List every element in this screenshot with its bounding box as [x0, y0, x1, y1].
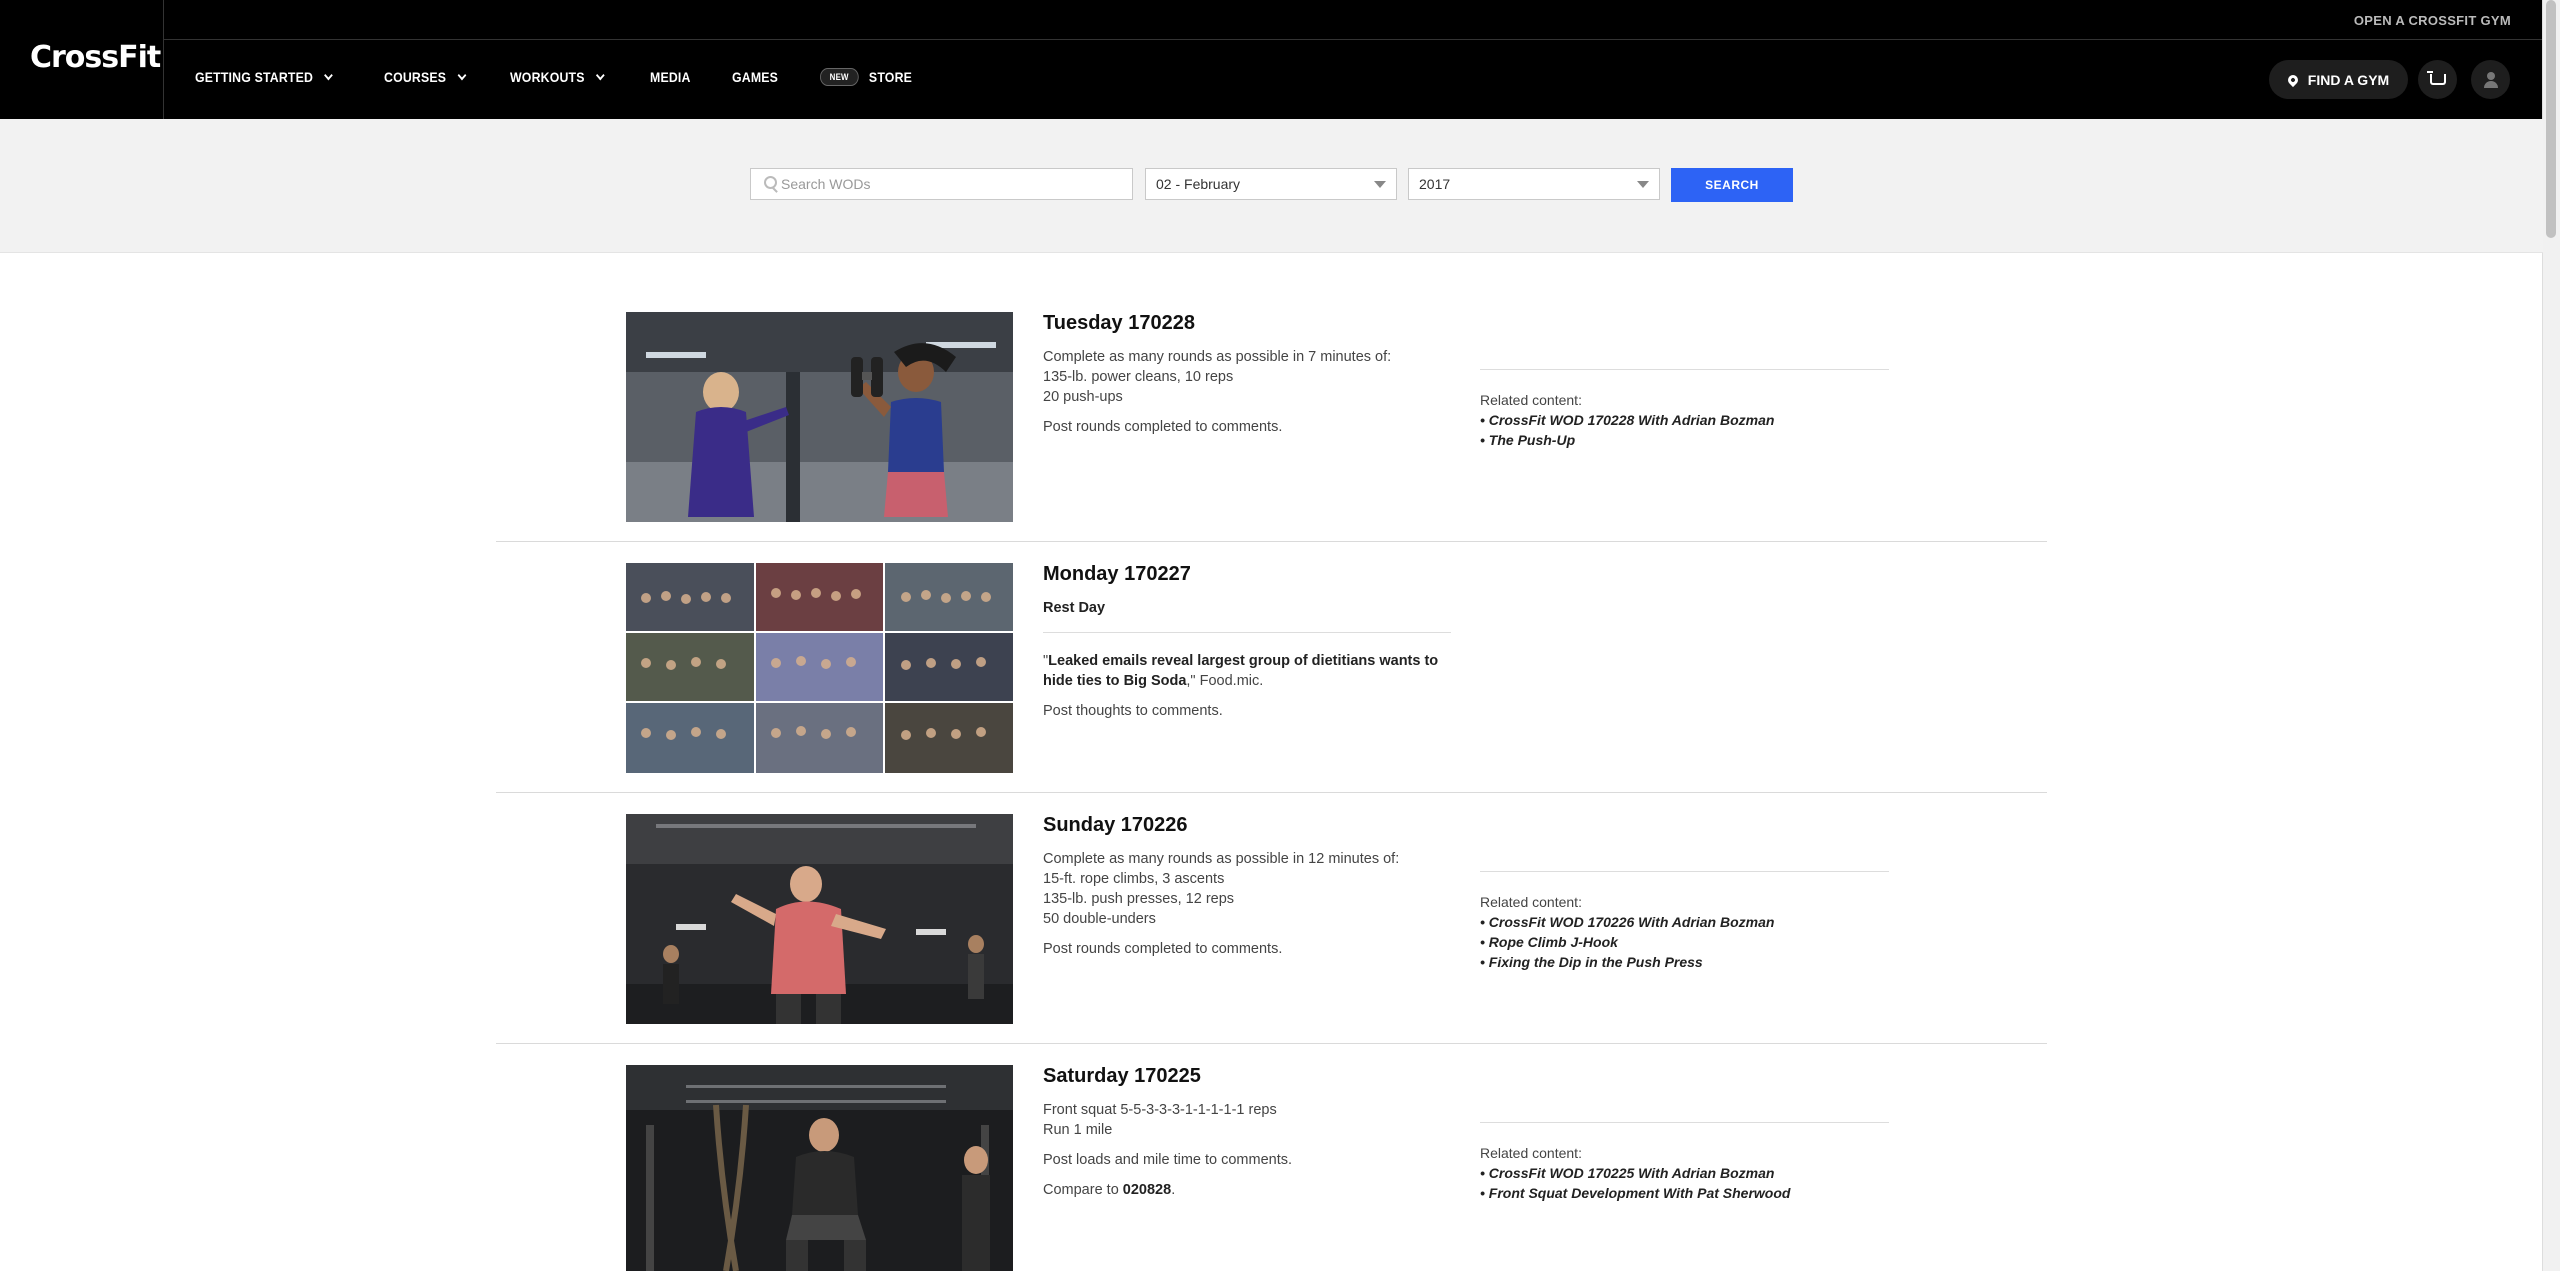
- search-input[interactable]: [750, 168, 1133, 200]
- compare-link[interactable]: 020828: [1123, 1182, 1171, 1198]
- cart-button[interactable]: [2418, 60, 2457, 99]
- nav-store[interactable]: NEW STORE: [820, 68, 912, 86]
- wod-title[interactable]: Saturday 170225: [1043, 1065, 1201, 1088]
- wod-line: 20 push-ups: [1043, 389, 1123, 405]
- wod-line: 135-lb. power cleans, 10 reps: [1043, 369, 1234, 385]
- wod-photo-graphic: [626, 814, 1013, 1024]
- wod-note: Post thoughts to comments.: [1043, 703, 1223, 719]
- find-gym-button[interactable]: FIND A GYM: [2269, 60, 2408, 99]
- logo-area: CrossFit: [0, 0, 164, 119]
- wod-title[interactable]: Tuesday 170228: [1043, 312, 1195, 335]
- divider: [1043, 632, 1451, 633]
- top-strip: OPEN A CROSSFIT GYM: [164, 0, 2543, 40]
- related-content: Related content: • CrossFit WOD 170228 W…: [1480, 369, 1889, 450]
- wod-note: Post rounds completed to comments.: [1043, 419, 1283, 435]
- wod-photo[interactable]: [626, 1065, 1013, 1271]
- chevron-down-icon: [595, 69, 605, 80]
- compare-line: Compare to 020828.: [1043, 1180, 1463, 1200]
- nav-courses[interactable]: COURSES: [384, 69, 467, 85]
- wod-quote: "Leaked emails reveal largest group of d…: [1043, 651, 1451, 691]
- wod-description: Complete as many rounds as possible in 7…: [1043, 347, 1463, 437]
- search-icon: [764, 176, 777, 189]
- map-pin-icon: [2285, 72, 2300, 87]
- compare-prefix: Compare to: [1043, 1182, 1123, 1198]
- wod-line: 50 double-unders: [1043, 911, 1156, 927]
- page-scrollbar[interactable]: [2542, 0, 2560, 1271]
- nav-label: WORKOUTS: [509, 69, 585, 85]
- wod-description: Rest Day "Leaked emails reveal largest g…: [1043, 598, 1451, 721]
- wod-entry: Sunday 170226 Complete as many rounds as…: [496, 814, 2047, 1044]
- user-icon: [2482, 71, 2500, 89]
- related-content: Related content: • CrossFit WOD 170225 W…: [1480, 1122, 1889, 1203]
- nav-label: MEDIA: [649, 69, 691, 85]
- nav-workouts[interactable]: WORKOUTS: [509, 69, 605, 85]
- nav-games[interactable]: GAMES: [732, 69, 778, 85]
- related-content: Related content: • CrossFit WOD 170226 W…: [1480, 871, 1889, 972]
- new-badge: NEW: [820, 68, 859, 86]
- wod-photo-graphic: [626, 563, 1013, 773]
- rest-day: Rest Day: [1043, 598, 1451, 618]
- scrollbar-thumb[interactable]: [2546, 0, 2556, 238]
- nav-getting-started[interactable]: GETTING STARTED: [195, 69, 333, 85]
- wod-line: 135-lb. push presses, 12 reps: [1043, 891, 1235, 907]
- wod-description: Complete as many rounds as possible in 1…: [1043, 849, 1463, 959]
- related-link[interactable]: • The Push-Up: [1480, 430, 1889, 450]
- related-link[interactable]: • Front Squat Development With Pat Sherw…: [1480, 1183, 1889, 1203]
- search-button[interactable]: SEARCH: [1671, 168, 1793, 202]
- nav-label: GETTING STARTED: [195, 69, 314, 85]
- wod-line: Front squat 5-5-3-3-3-1-1-1-1-1 reps: [1043, 1102, 1277, 1118]
- wod-photo[interactable]: [626, 312, 1013, 522]
- wod-entry: Monday 170227 Rest Day "Leaked emails re…: [496, 563, 2047, 793]
- compare-suffix: .: [1171, 1182, 1176, 1198]
- wod-photo[interactable]: [626, 563, 1013, 773]
- month-select[interactable]: 02 - February: [1145, 168, 1397, 200]
- nav-label: COURSES: [384, 69, 447, 85]
- chevron-down-icon: [457, 69, 467, 80]
- related-link[interactable]: • Rope Climb J-Hook: [1480, 932, 1889, 952]
- nav-label: GAMES: [731, 69, 778, 85]
- wod-title[interactable]: Monday 170227: [1043, 563, 1191, 586]
- main-nav: GETTING STARTED COURSES WORKOUTS MEDIA G…: [195, 68, 961, 86]
- rest-day-text: Rest Day: [1043, 600, 1106, 616]
- related-link[interactable]: • CrossFit WOD 170228 With Adrian Bozman: [1480, 410, 1889, 430]
- related-link[interactable]: • Fixing the Dip in the Push Press: [1480, 952, 1889, 972]
- dropdown-arrow-icon: [1374, 181, 1386, 188]
- find-gym-label: FIND A GYM: [2307, 71, 2390, 88]
- wod-line: 15-ft. rope climbs, 3 ascents: [1043, 871, 1225, 887]
- wod-note: Post rounds completed to comments.: [1043, 941, 1283, 957]
- crossfit-logo[interactable]: CrossFit: [30, 40, 161, 75]
- wod-title[interactable]: Sunday 170226: [1043, 814, 1188, 837]
- wod-description: Front squat 5-5-3-3-3-1-1-1-1-1 reps Run…: [1043, 1100, 1463, 1200]
- month-value: 02 - February: [1156, 176, 1241, 192]
- site-header: CrossFit OPEN A CROSSFIT GYM GETTING STA…: [0, 0, 2543, 119]
- open-gym-link[interactable]: OPEN A CROSSFIT GYM: [2354, 13, 2511, 28]
- wod-line: Complete as many rounds as possible in 1…: [1043, 851, 1400, 867]
- wod-photo[interactable]: [626, 814, 1013, 1024]
- chevron-down-icon: [324, 69, 333, 80]
- wod-entry: Tuesday 170228 Complete as many rounds a…: [496, 312, 2047, 542]
- wod-photo-graphic: [626, 1065, 1013, 1271]
- nav-media[interactable]: MEDIA: [650, 69, 691, 85]
- quote-source: ," Food.mic.: [1186, 673, 1264, 689]
- wod-line: Run 1 mile: [1043, 1122, 1113, 1138]
- year-value: 2017: [1419, 176, 1451, 192]
- wod-line: Complete as many rounds as possible in 7…: [1043, 349, 1392, 365]
- related-label: Related content:: [1480, 392, 1582, 408]
- cart-icon: [2426, 71, 2446, 85]
- related-label: Related content:: [1480, 1145, 1582, 1161]
- related-link[interactable]: • CrossFit WOD 170226 With Adrian Bozman: [1480, 912, 1889, 932]
- wod-photo-graphic: [626, 312, 1013, 522]
- account-button[interactable]: [2471, 60, 2510, 99]
- dropdown-arrow-icon: [1637, 181, 1649, 188]
- year-select[interactable]: 2017: [1408, 168, 1660, 200]
- related-label: Related content:: [1480, 894, 1582, 910]
- related-link[interactable]: • CrossFit WOD 170225 With Adrian Bozman: [1480, 1163, 1889, 1183]
- wod-note: Post loads and mile time to comments.: [1043, 1152, 1293, 1168]
- nav-label: STORE: [869, 69, 913, 85]
- wod-entry: Saturday 170225 Front squat 5-5-3-3-3-1-…: [496, 1065, 2047, 1271]
